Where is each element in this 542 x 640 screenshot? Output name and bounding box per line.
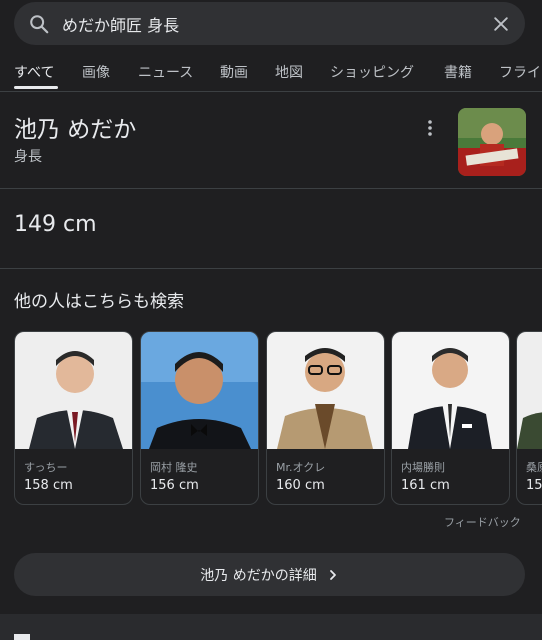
- tab-all[interactable]: すべて: [14, 62, 54, 82]
- tab-maps[interactable]: 地図: [275, 62, 303, 82]
- search-tabs: すべて 画像 ニュース 動画 地図 ショッピング 書籍 フライ: [0, 58, 542, 92]
- person-name: Mr.オクレ: [276, 461, 326, 474]
- person-photo: [517, 332, 542, 449]
- person-card[interactable]: 内場勝則 161 cm: [391, 331, 510, 505]
- person-photo: [267, 332, 384, 449]
- search-bar[interactable]: めだか師匠 身長: [14, 2, 525, 45]
- person-name: 桑原: [526, 461, 542, 474]
- person-name: 岡村 隆史: [150, 461, 198, 474]
- next-section-edge: [0, 614, 542, 640]
- chevron-right-icon: [329, 569, 336, 580]
- person-height: 158 cm: [24, 478, 73, 493]
- feedback-link[interactable]: フィードバック: [444, 514, 521, 530]
- person-photo: [141, 332, 258, 449]
- person-height: 160 cm: [276, 478, 325, 493]
- person-card[interactable]: 桑原 15: [516, 331, 542, 505]
- height-answer: 149 cm: [14, 212, 97, 237]
- tab-books[interactable]: 書籍: [444, 62, 472, 82]
- entity-title: 池乃 めだか: [14, 117, 137, 143]
- search-icon[interactable]: [28, 13, 50, 35]
- search-input[interactable]: めだか師匠 身長: [62, 12, 491, 36]
- active-tab-indicator: [14, 86, 58, 89]
- section-divider: [0, 268, 542, 269]
- tab-news[interactable]: ニュース: [138, 62, 193, 82]
- clear-icon[interactable]: [491, 14, 511, 34]
- tabs-divider: [0, 91, 542, 92]
- tab-videos[interactable]: 動画: [220, 62, 248, 82]
- people-also-search-carousel[interactable]: すっちー 158 cm 岡村 隆史 156 cm Mr.オクレ 160 cm 内…: [14, 331, 542, 506]
- person-name: すっちー: [24, 461, 68, 474]
- entity-photo[interactable]: [458, 108, 526, 176]
- person-card[interactable]: Mr.オクレ 160 cm: [266, 331, 385, 505]
- person-card[interactable]: すっちー 158 cm: [14, 331, 133, 505]
- tab-shopping[interactable]: ショッピング: [330, 62, 414, 82]
- tab-flights[interactable]: フライ: [499, 62, 541, 82]
- more-info-label: 池乃 めだかの詳細: [200, 567, 317, 584]
- person-photo: [392, 332, 509, 449]
- person-card[interactable]: 岡村 隆史 156 cm: [140, 331, 259, 505]
- person-photo: [15, 332, 132, 449]
- person-height: 15: [526, 478, 542, 493]
- person-height: 156 cm: [150, 478, 199, 493]
- section-divider: [0, 188, 542, 189]
- tab-images[interactable]: 画像: [82, 62, 110, 82]
- next-section-icon: [14, 634, 30, 640]
- more-info-button[interactable]: 池乃 めだかの詳細: [14, 553, 525, 596]
- people-also-search-title: 他の人はこちらも検索: [14, 292, 184, 312]
- entity-subtitle: 身長: [14, 149, 42, 165]
- more-options-icon[interactable]: [420, 116, 440, 140]
- person-height: 161 cm: [401, 478, 450, 493]
- person-name: 内場勝則: [401, 461, 445, 474]
